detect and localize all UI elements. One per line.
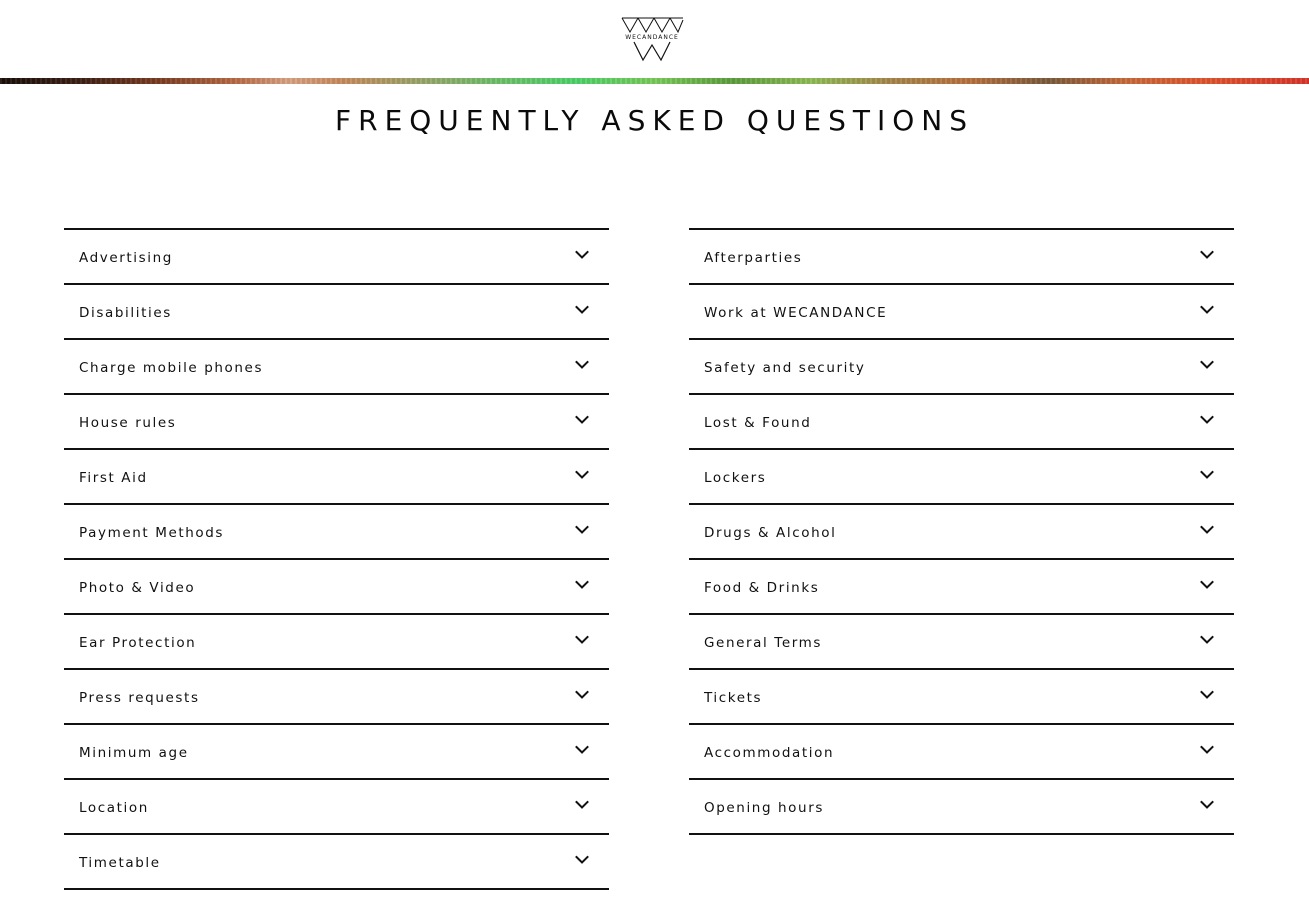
faq-item-label: Press requests — [79, 690, 200, 706]
site-header: WECANDANCE — [0, 0, 1309, 78]
faq-item-label: Food & Drinks — [704, 580, 820, 596]
chevron-down-icon[interactable] — [575, 250, 589, 260]
faq-item-label: Charge mobile phones — [79, 360, 264, 376]
faq-item-label: Work at WECANDANCE — [704, 305, 888, 321]
faq-column-right: Afterparties Work at WECANDANCE Safety and… — [689, 228, 1234, 835]
chevron-down-icon[interactable] — [1200, 525, 1214, 535]
faq-item-press-requests[interactable]: Press requests — [64, 668, 609, 723]
faq-item-general-terms[interactable]: General Terms — [689, 613, 1234, 668]
faq-item-label: Photo & Video — [79, 580, 196, 596]
chevron-down-icon[interactable] — [575, 415, 589, 425]
faq-item-payment-methods[interactable]: Payment Methods — [64, 503, 609, 558]
chevron-down-icon[interactable] — [575, 800, 589, 810]
faq-item-tickets[interactable]: Tickets — [689, 668, 1234, 723]
logo-wordmark: WECANDANCE — [625, 34, 679, 41]
faq-item-charge-mobile-phones[interactable]: Charge mobile phones — [64, 338, 609, 393]
faq-item-lockers[interactable]: Lockers — [689, 448, 1234, 503]
faq-item-work-at-wecandance[interactable]: Work at WECANDANCE — [689, 283, 1234, 338]
faq-item-drugs-and-alcohol[interactable]: Drugs & Alcohol — [689, 503, 1234, 558]
faq-item-lost-and-found[interactable]: Lost & Found — [689, 393, 1234, 448]
faq-item-label: Disabilities — [79, 305, 172, 321]
chevron-down-icon[interactable] — [1200, 305, 1214, 315]
faq-item-label: Location — [79, 800, 149, 816]
wecandance-logo-icon: WECANDANCE — [621, 17, 684, 62]
chevron-down-icon[interactable] — [575, 360, 589, 370]
faq-item-accommodation[interactable]: Accommodation — [689, 723, 1234, 778]
faq-item-label: First Aid — [79, 470, 148, 486]
faq-item-label: Advertising — [79, 250, 173, 266]
chevron-down-icon[interactable] — [1200, 745, 1214, 755]
faq-item-house-rules[interactable]: House rules — [64, 393, 609, 448]
wecandance-logo[interactable]: WECANDANCE — [617, 14, 687, 64]
faq-item-label: General Terms — [704, 635, 823, 651]
chevron-down-icon[interactable] — [1200, 690, 1214, 700]
faq-item-minimum-age[interactable]: Minimum age — [64, 723, 609, 778]
chevron-down-icon[interactable] — [1200, 635, 1214, 645]
chevron-down-icon[interactable] — [575, 525, 589, 535]
faq-item-label: Lockers — [704, 470, 767, 486]
chevron-down-icon[interactable] — [575, 470, 589, 480]
header-banner-strip — [0, 78, 1309, 84]
chevron-down-icon[interactable] — [1200, 800, 1214, 810]
faq-item-label: Minimum age — [79, 745, 189, 761]
chevron-down-icon[interactable] — [575, 635, 589, 645]
faq-item-timetable[interactable]: Timetable — [64, 833, 609, 890]
faq-item-label: Afterparties — [704, 250, 803, 266]
chevron-down-icon[interactable] — [575, 305, 589, 315]
chevron-down-icon[interactable] — [1200, 360, 1214, 370]
faq-item-first-aid[interactable]: First Aid — [64, 448, 609, 503]
faq-item-disabilities[interactable]: Disabilities — [64, 283, 609, 338]
faq-column-left: Advertising Disabilities Charge mobile pho… — [64, 228, 609, 890]
faq-item-photo-and-video[interactable]: Photo & Video — [64, 558, 609, 613]
faq-item-label: Accommodation — [704, 745, 835, 761]
faq-item-label: Drugs & Alcohol — [704, 525, 837, 541]
chevron-down-icon[interactable] — [575, 745, 589, 755]
faq-item-advertising[interactable]: Advertising — [64, 228, 609, 283]
page-title: FREQUENTLY ASKED QUESTIONS — [335, 104, 974, 137]
faq-item-location[interactable]: Location — [64, 778, 609, 833]
chevron-down-icon[interactable] — [575, 580, 589, 590]
faq-item-label: Tickets — [704, 690, 763, 706]
chevron-down-icon[interactable] — [575, 855, 589, 865]
faq-item-safety-and-security[interactable]: Safety and security — [689, 338, 1234, 393]
faq-item-label: Opening hours — [704, 800, 824, 816]
faq-item-opening-hours[interactable]: Opening hours — [689, 778, 1234, 835]
faq-item-label: Ear Protection — [79, 635, 197, 651]
faq-item-ear-protection[interactable]: Ear Protection — [64, 613, 609, 668]
chevron-down-icon[interactable] — [1200, 470, 1214, 480]
chevron-down-icon[interactable] — [1200, 580, 1214, 590]
faq-item-food-and-drinks[interactable]: Food & Drinks — [689, 558, 1234, 613]
chevron-down-icon[interactable] — [1200, 415, 1214, 425]
faq-item-label: House rules — [79, 415, 177, 431]
faq-item-label: Timetable — [79, 855, 161, 871]
faq-item-label: Payment Methods — [79, 525, 225, 541]
faq-item-label: Lost & Found — [704, 415, 812, 431]
chevron-down-icon[interactable] — [575, 690, 589, 700]
faq-item-label: Safety and security — [704, 360, 866, 376]
chevron-down-icon[interactable] — [1200, 250, 1214, 260]
faq-item-afterparties[interactable]: Afterparties — [689, 228, 1234, 283]
